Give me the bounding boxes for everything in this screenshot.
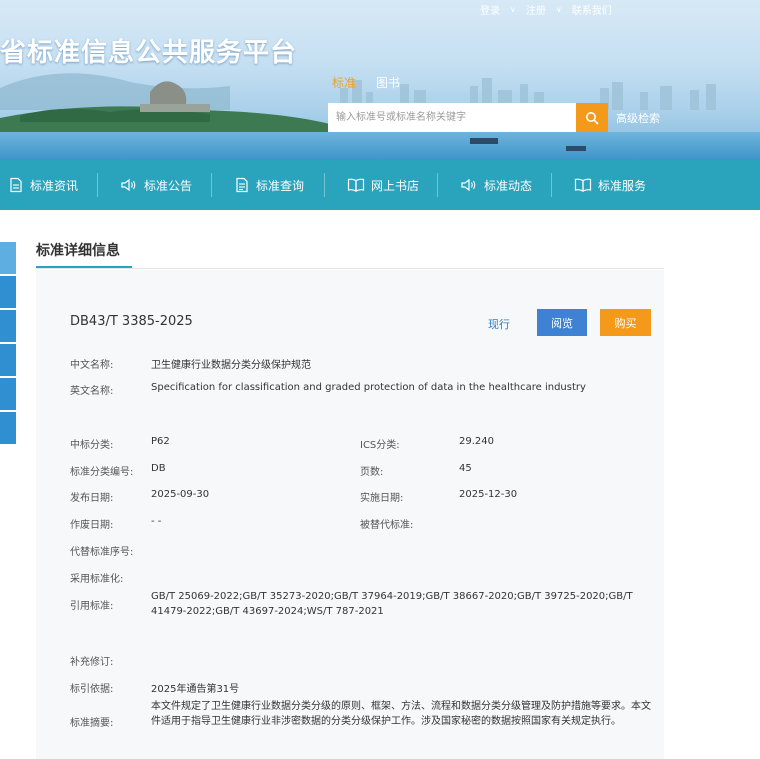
nav-label: 标准公告 (144, 178, 193, 193)
void-date-label: 作废日期: (70, 520, 114, 531)
status-badge: 现行 (488, 318, 510, 331)
side-menu-item[interactable] (0, 378, 16, 410)
advanced-search-link[interactable]: 高级检索 (616, 110, 660, 126)
read-button[interactable]: 阅览 (537, 309, 587, 336)
ccs-label: 中标分类: (70, 440, 114, 451)
section-divider (36, 268, 664, 269)
abstract-label: 标准摘要: (70, 718, 114, 729)
register-link[interactable]: 注册 (526, 2, 546, 17)
nav-divider (437, 173, 438, 197)
replaced-by-label: 被替代标准: (360, 520, 414, 531)
void-date-value: - - (151, 516, 162, 527)
book-icon (347, 178, 365, 192)
nav-label: 标准服务 (598, 178, 647, 193)
nav-item-bookstore[interactable]: 网上书店 (343, 160, 423, 210)
buy-button[interactable]: 购买 (600, 309, 651, 336)
nav-label: 标准查询 (256, 178, 305, 193)
nav-divider (97, 173, 98, 197)
cited-standards-label: 引用标准: (70, 601, 114, 612)
ics-value: 29.240 (459, 436, 494, 447)
search-tabs: 标准 图书 (332, 74, 400, 91)
adopt-label: 采用标准化: (70, 574, 124, 585)
replaces-label: 代替标准序号: (70, 547, 134, 558)
top-links: 登录 ∨ 注册 ∨ 联系我们 (480, 2, 612, 17)
speaker-icon (121, 178, 136, 192)
query-document-icon (236, 177, 248, 193)
implement-date-label: 实施日期: (360, 493, 404, 504)
nav-item-services[interactable]: 标准服务 (570, 160, 650, 210)
document-icon (10, 177, 22, 193)
search-button[interactable] (576, 103, 608, 132)
en-name-value: Specification for classification and gra… (151, 382, 586, 393)
standard-code: DB43/T 3385-2025 (70, 314, 193, 329)
pages-label: 页数: (360, 467, 384, 478)
en-name-label: 英文名称: (70, 386, 114, 397)
side-menu-item[interactable] (0, 276, 16, 308)
header-banner: 登录 ∨ 注册 ∨ 联系我们 省标准信息公共服务平台 标准 图书 高级检索 (0, 0, 760, 160)
std-class-value: DB (151, 463, 166, 474)
publish-date-value: 2025-09-30 (151, 489, 210, 500)
nav-label: 网上书店 (371, 178, 420, 193)
nav-divider (211, 173, 212, 197)
side-floating-menu (0, 242, 16, 446)
main-nav: 标准资讯 标准公告 标准查询 网上书店 标准动态 标准服务 (0, 160, 760, 210)
section-title: 标准详细信息 (36, 243, 120, 259)
std-class-label: 标准分类编号: (70, 467, 134, 478)
tab-standard[interactable]: 标准 (332, 74, 356, 91)
nav-item-announcements[interactable]: 标准公告 (116, 160, 196, 210)
ccs-value: P62 (151, 436, 170, 447)
search-input[interactable] (328, 103, 576, 132)
abstract-value: 本文件规定了卫生健康行业数据分类分级的原则、框架、方法、流程和数据分类分级管理及… (151, 701, 651, 727)
nav-item-dynamics[interactable]: 标准动态 (456, 160, 536, 210)
chevron-down-icon: ∨ (510, 5, 516, 14)
nav-item-query[interactable]: 标准查询 (230, 160, 308, 210)
nav-divider (551, 173, 552, 197)
side-menu-item[interactable] (0, 310, 16, 342)
ics-label: ICS分类: (360, 440, 400, 451)
nav-label: 标准资讯 (30, 178, 79, 193)
standard-detail-panel (36, 270, 664, 759)
publish-date-label: 发布日期: (70, 493, 114, 504)
pages-value: 45 (459, 463, 472, 474)
cn-name-value: 卫生健康行业数据分类分级保护规范 (151, 360, 311, 371)
speaker-icon (461, 178, 476, 192)
login-link[interactable]: 登录 (480, 2, 500, 17)
tab-books[interactable]: 图书 (376, 74, 400, 91)
basis-value: 2025年通告第31号 (151, 684, 240, 695)
cn-name-label: 中文名称: (70, 360, 114, 371)
basis-label: 标引依据: (70, 684, 114, 695)
nav-divider (324, 173, 325, 197)
side-menu-item[interactable] (0, 412, 16, 444)
contact-link[interactable]: 联系我们 (572, 2, 612, 17)
amend-label: 补充修订: (70, 657, 114, 668)
book-icon (574, 178, 592, 192)
site-title: 省标准信息公共服务平台 (0, 38, 298, 68)
cited-standards-value: GB/T 25069-2022;GB/T 35273-2020;GB/T 379… (151, 591, 633, 617)
side-menu-item[interactable] (0, 242, 16, 274)
search-icon (586, 111, 599, 124)
nav-item-news[interactable]: 标准资讯 (4, 160, 82, 210)
nav-label: 标准动态 (484, 178, 533, 193)
section-title-underline (36, 266, 132, 268)
chevron-down-icon: ∨ (555, 5, 562, 14)
implement-date-value: 2025-12-30 (459, 489, 518, 500)
side-menu-item[interactable] (0, 344, 16, 376)
